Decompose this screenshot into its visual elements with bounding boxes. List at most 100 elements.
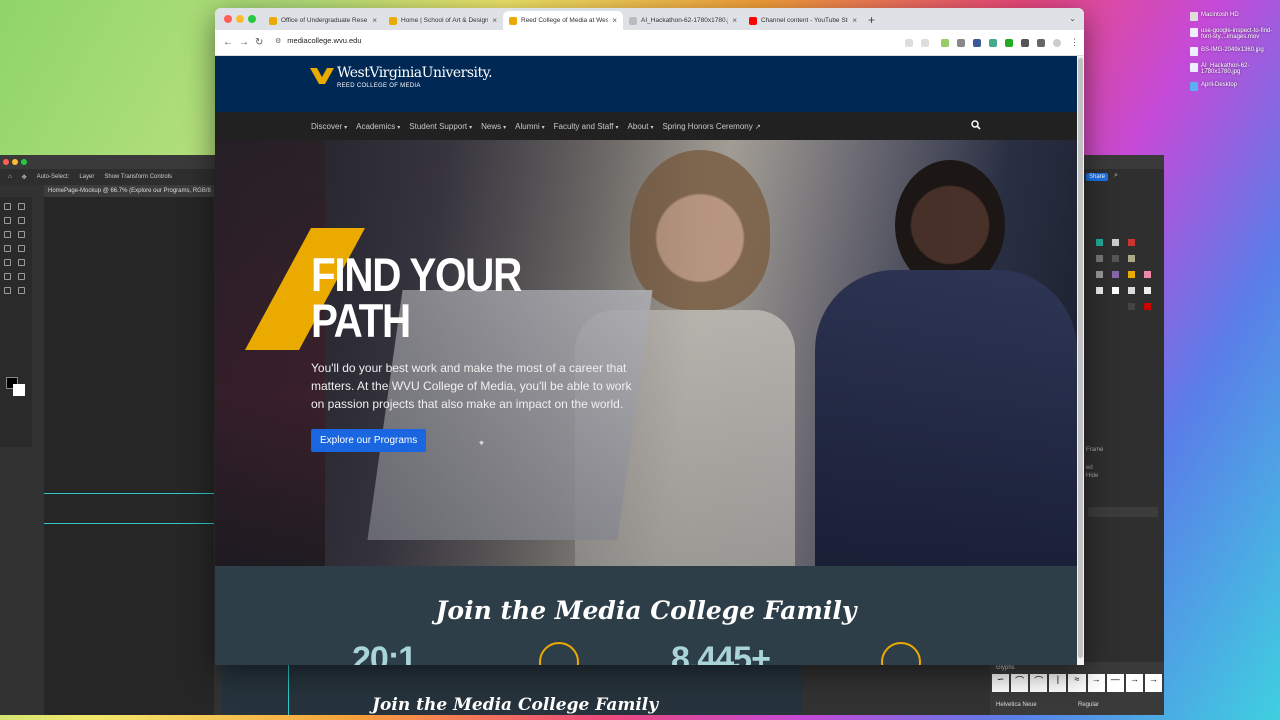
glyph-cell[interactable]: ∽: [992, 674, 1010, 692]
sidebar-icon[interactable]: [1037, 39, 1045, 47]
canvas-area[interactable]: [44, 197, 214, 715]
menu-kebab-icon[interactable]: ⋮: [1070, 37, 1079, 48]
select-tool-icon[interactable]: [4, 273, 11, 280]
minimize-dot[interactable]: [12, 159, 18, 165]
desktop-item[interactable]: AI_Hackathon-62-1780x1780.jpg: [1190, 63, 1278, 75]
close-window-button[interactable]: [224, 15, 232, 23]
desktop-item[interactable]: Macintosh HD: [1190, 12, 1278, 21]
stamp-tool-icon[interactable]: [18, 231, 25, 238]
close-tab-icon[interactable]: ×: [492, 16, 497, 25]
site-info-icon[interactable]: ⚙: [275, 37, 281, 45]
glyph-cell[interactable]: |: [1049, 674, 1067, 692]
browser-tab[interactable]: Channel content - YouTube Stu ×: [743, 11, 863, 30]
search-icon[interactable]: ⌕: [1114, 172, 1118, 180]
eraser-tool-icon[interactable]: [4, 245, 11, 252]
college-name: REED COLLEGE OF MEDIA: [337, 83, 421, 89]
font-style[interactable]: Regular: [1078, 702, 1099, 708]
caret-down-icon: ▾: [344, 124, 348, 131]
move-tool-icon[interactable]: ✥: [22, 174, 27, 181]
bookmark-star-icon[interactable]: [921, 39, 929, 47]
browser-tab[interactable]: Home | School of Art & Design ×: [383, 11, 503, 30]
desktop-item[interactable]: use-google-inspect-to-find-font-sty....i…: [1190, 28, 1278, 40]
wvu-favicon-icon: [509, 16, 517, 25]
profile-avatar[interactable]: [1053, 39, 1061, 47]
option-transform[interactable]: Show Transform Controls: [104, 174, 172, 180]
option-auto-select[interactable]: Auto-Select:: [37, 174, 70, 180]
crop-tool-icon[interactable]: [4, 217, 11, 224]
pen-tool-icon[interactable]: [4, 259, 11, 266]
home-icon[interactable]: ⌂: [8, 174, 12, 180]
option-layer[interactable]: Layer: [79, 174, 94, 180]
glyph-cell[interactable]: ⌒: [1011, 674, 1029, 692]
hand-tool-icon[interactable]: [4, 287, 11, 294]
gradient-tool-icon[interactable]: [18, 245, 25, 252]
nav-item-spring-honors[interactable]: Spring Honors Ceremony ↗: [662, 122, 760, 131]
nav-item-academics[interactable]: Academics ▾: [356, 122, 400, 131]
nav-item-faculty-staff[interactable]: Faculty and Staff ▾: [554, 122, 619, 131]
youtube-favicon-icon: [749, 16, 757, 25]
nav-item-about[interactable]: About ▾: [628, 122, 654, 131]
close-dot[interactable]: [3, 159, 9, 165]
close-tab-icon[interactable]: ×: [372, 16, 377, 25]
desktop-icons: Macintosh HD use-google-inspect-to-find-…: [1190, 12, 1278, 98]
glyph-cell[interactable]: ≈: [1068, 674, 1086, 692]
browser-tab-active[interactable]: Reed College of Media at West ×: [503, 11, 623, 30]
address-bar[interactable]: ⚙ mediacollege.wvu.edu: [275, 36, 362, 45]
caret-down-icon: ▾: [541, 124, 545, 131]
lasso-tool-icon[interactable]: [18, 203, 25, 210]
close-tab-icon[interactable]: ×: [732, 16, 737, 25]
puzzle-extensions-icon[interactable]: [1021, 39, 1029, 47]
extension-icon[interactable]: [1005, 39, 1013, 47]
reload-icon[interactable]: ↻: [255, 37, 263, 48]
nav-item-news[interactable]: News ▾: [481, 122, 506, 131]
extension-icon[interactable]: [973, 39, 981, 47]
minimize-window-button[interactable]: [236, 15, 244, 23]
file-icon: [1190, 63, 1198, 72]
caret-down-icon: ▾: [397, 124, 401, 131]
extension-icon[interactable]: [989, 39, 997, 47]
camera-extension-icon[interactable]: [957, 39, 965, 47]
nav-item-discover[interactable]: Discover ▾: [311, 122, 347, 131]
font-name[interactable]: Helvetica Neue: [996, 702, 1037, 708]
shape-tool-icon[interactable]: [18, 273, 25, 280]
nav-item-alumni[interactable]: Alumni ▾: [515, 122, 544, 131]
share-button[interactable]: Share: [1086, 173, 1109, 181]
url-text[interactable]: mediacollege.wvu.edu: [287, 36, 361, 45]
browser-tab[interactable]: AI_Hackathon-62-1780x1780.jp ×: [623, 11, 743, 30]
glyph-cell[interactable]: →: [1087, 674, 1105, 692]
folder-icon: [1190, 82, 1198, 91]
glyph-cell[interactable]: —: [1106, 674, 1124, 692]
glyph-cell[interactable]: →: [1125, 674, 1143, 692]
forward-icon[interactable]: →: [239, 37, 249, 48]
desktop-item[interactable]: April-Desktop: [1190, 82, 1278, 91]
glyph-cell[interactable]: ⌒: [1030, 674, 1048, 692]
new-tab-button[interactable]: +: [868, 13, 875, 27]
close-tab-icon[interactable]: ×: [612, 16, 617, 25]
globe-hand-icon: [539, 642, 579, 665]
tab-search-chevron-icon[interactable]: ⌄: [1069, 14, 1076, 23]
marquee-tool-icon[interactable]: [4, 203, 11, 210]
browser-tab[interactable]: Office of Undergraduate Rese ×: [263, 11, 383, 30]
close-tab-icon[interactable]: ×: [852, 16, 857, 25]
extension-icon[interactable]: [941, 39, 949, 47]
wvu-logo[interactable]: WestVirginiaUniversity. REED COLLEGE OF …: [310, 66, 493, 89]
background-color-swatch[interactable]: [13, 384, 25, 396]
zoom-dot[interactable]: [21, 159, 27, 165]
stats-section: Join the Media College Family 20:1 8.445…: [215, 566, 1077, 665]
document-tab[interactable]: HomePage-Mockup @ 66.7% (Explore our Pro…: [44, 185, 214, 197]
glyph-cell[interactable]: →: [1144, 674, 1162, 692]
nav-item-student-support[interactable]: Student Support ▾: [409, 122, 472, 131]
zoom-tool-icon[interactable]: [18, 287, 25, 294]
eyedropper-tool-icon[interactable]: [18, 217, 25, 224]
scroll-thumb[interactable]: [1078, 58, 1083, 658]
search-icon[interactable]: [971, 120, 981, 130]
share-icon[interactable]: [905, 39, 913, 47]
type-tool-icon[interactable]: [18, 259, 25, 266]
back-icon[interactable]: ←: [223, 37, 233, 48]
desktop-item[interactable]: BS-IMG-2049x1360.jpg: [1190, 47, 1278, 56]
zoom-window-button[interactable]: [248, 15, 256, 23]
brush-tool-icon[interactable]: [4, 231, 11, 238]
page-scrollbar[interactable]: [1077, 56, 1084, 665]
panel-field[interactable]: [1088, 507, 1158, 517]
explore-programs-button[interactable]: Explore our Programs: [311, 429, 427, 452]
